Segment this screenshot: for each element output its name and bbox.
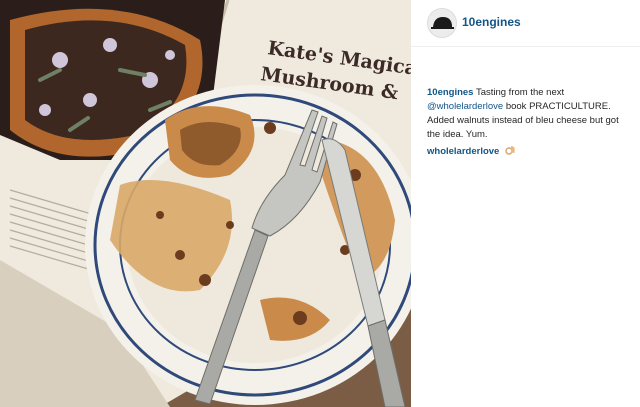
header-username[interactable]: 10engines	[462, 15, 521, 29]
ok-hand-icon	[505, 145, 515, 156]
post-header: 10engines	[411, 0, 640, 47]
avatar[interactable]	[427, 8, 457, 38]
post-photo[interactable]: Kate's Magica Mushroom &	[0, 0, 411, 407]
comment: wholelarderlove	[427, 145, 515, 157]
caption-mention[interactable]: @wholelarderlove	[427, 101, 503, 112]
comment-username[interactable]: wholelarderlove	[427, 146, 499, 157]
caption-text-before: Tasting from the next	[475, 87, 565, 98]
post-sidebar: 10engines 10engines Tasting from the nex…	[411, 0, 640, 407]
caption-username[interactable]: 10engines	[427, 87, 473, 98]
post-caption: 10engines Tasting from the next @wholela…	[427, 86, 632, 142]
cap-avatar-icon	[428, 9, 456, 37]
